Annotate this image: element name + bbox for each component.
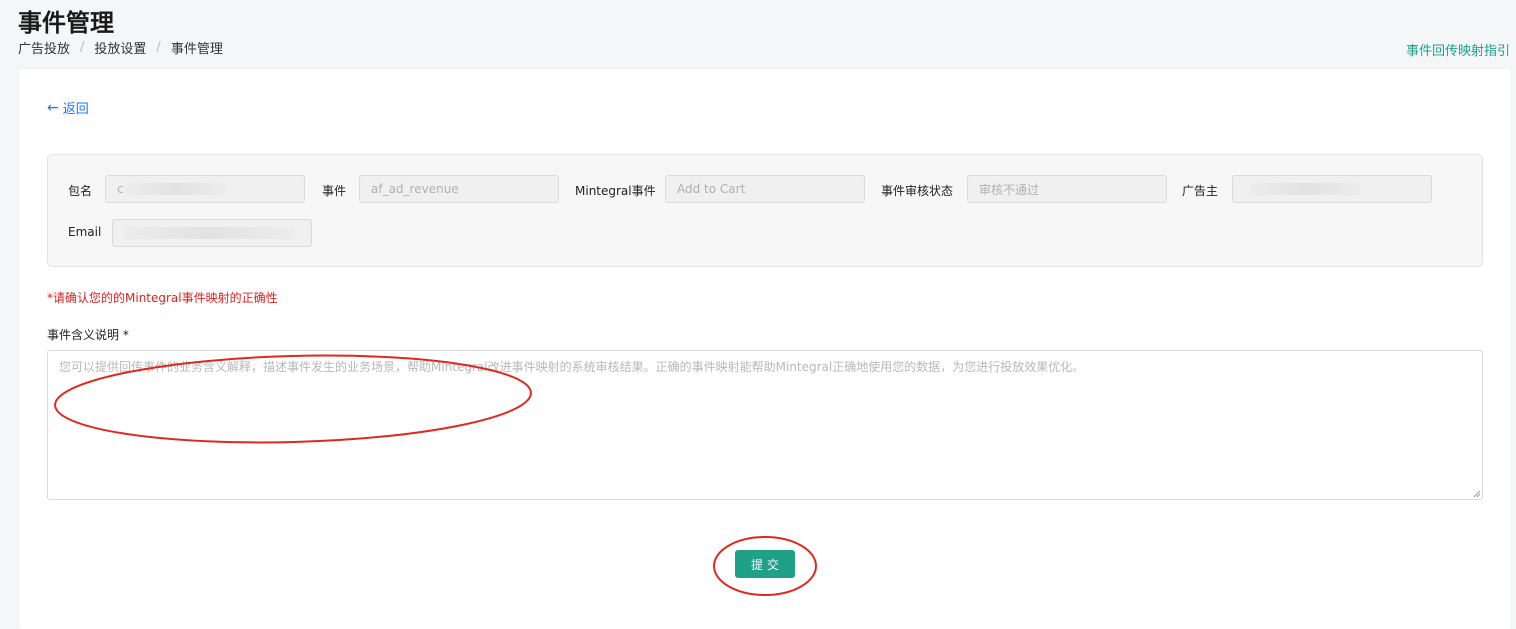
review-status-value: 审核不通过: [979, 182, 1040, 197]
package-label: 包名: [68, 184, 93, 198]
email-field: Email: [68, 225, 101, 239]
event-value: af_ad_revenue: [371, 182, 459, 196]
mintegral-event-input: Add to Cart: [665, 175, 865, 203]
advertiser-label: 广告主: [1182, 184, 1219, 198]
breadcrumb-separator: /: [80, 40, 85, 55]
arrow-left-icon: ←: [47, 99, 59, 116]
event-info-panel: 包名 c 事件 af_ad_revenue Mintegral事件 Add to…: [47, 154, 1483, 267]
back-button[interactable]: ← 返回: [47, 98, 89, 118]
package-field: 包名: [68, 182, 92, 199]
back-label: 返回: [62, 102, 89, 117]
event-mapping-guide-link[interactable]: 事件回传映射指引: [1406, 40, 1510, 59]
event-field: 事件: [322, 182, 346, 199]
redacted-block: [124, 227, 294, 239]
event-input: af_ad_revenue: [359, 175, 559, 203]
email-input: [112, 219, 312, 247]
page-title: 事件管理: [18, 9, 114, 37]
mintegral-event-label: Mintegral事件: [575, 184, 656, 198]
mintegral-event-value: Add to Cart: [677, 182, 746, 196]
email-label: Email: [68, 225, 102, 239]
review-status-label: 事件审核状态: [881, 184, 954, 198]
review-status-field: 事件审核状态: [881, 182, 953, 199]
package-input: c: [105, 175, 305, 203]
redacted-block: [125, 183, 226, 195]
breadcrumb-separator: /: [156, 40, 161, 55]
advertiser-input: [1232, 175, 1432, 203]
mintegral-event-field: Mintegral事件: [575, 182, 656, 199]
breadcrumb: 广告投放 / 投放设置 / 事件管理: [18, 38, 223, 57]
breadcrumb-item-delivery-settings[interactable]: 投放设置: [94, 38, 146, 57]
event-label: 事件: [322, 184, 347, 198]
description-textarea[interactable]: [47, 350, 1483, 500]
package-value: c: [117, 182, 124, 196]
advertiser-field: 广告主: [1182, 182, 1218, 199]
description-label: 事件含义说明 *: [47, 328, 129, 342]
breadcrumb-item-ad-delivery[interactable]: 广告投放: [18, 38, 70, 57]
review-status-input: 审核不通过: [967, 175, 1167, 203]
mapping-warning: *请确认您的的Mintegral事件映射的正确性: [47, 291, 278, 305]
submit-button[interactable]: 提交: [735, 550, 795, 578]
main-card: ← 返回 包名 c 事件 af_ad_revenue Mintegral事件 A…: [19, 69, 1511, 629]
breadcrumb-item-event-management: 事件管理: [170, 42, 223, 57]
resize-handle-icon[interactable]: [1473, 490, 1481, 498]
redacted-block: [1250, 183, 1360, 195]
